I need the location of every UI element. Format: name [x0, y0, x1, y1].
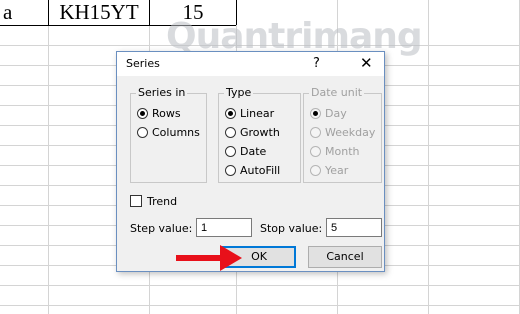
radio-rows-indicator[interactable] — [137, 107, 148, 119]
radio-month-indicator — [310, 145, 321, 157]
radio-year-indicator — [310, 164, 321, 176]
cell-code[interactable]: KH15YT — [49, 0, 150, 25]
radio-date-label: Date — [240, 144, 267, 158]
row-gridline — [0, 285, 520, 286]
radio-rows[interactable]: Rows — [137, 105, 181, 121]
radio-weekday-label: Weekday — [325, 125, 376, 139]
type-label: Type — [224, 86, 254, 99]
radio-date[interactable]: Date — [225, 143, 266, 159]
radio-weekday-indicator — [310, 126, 321, 138]
radio-year-label: Year — [325, 163, 349, 177]
date-unit-label: Date unit — [309, 86, 365, 99]
column-gridline — [428, 0, 429, 314]
step-value-label: Step value: — [130, 222, 193, 235]
radio-month-label: Month — [325, 144, 360, 158]
radio-day-indicator — [310, 107, 321, 119]
radio-growth[interactable]: Growth — [225, 124, 280, 140]
radio-growth-label: Growth — [240, 125, 280, 139]
radio-year: Year — [310, 162, 348, 178]
series-in-group: Series in Rows Columns — [130, 86, 207, 183]
radio-weekday: Weekday — [310, 124, 375, 140]
radio-day: Day — [310, 105, 347, 121]
radio-autofill-indicator[interactable] — [225, 164, 236, 176]
date-unit-group: Date unit Day Weekday Month Year — [303, 86, 382, 183]
stop-value-input[interactable] — [326, 218, 382, 237]
radio-rows-label: Rows — [152, 106, 181, 120]
radio-linear-label: Linear — [240, 106, 275, 120]
row-gridline — [0, 305, 520, 306]
cell-a[interactable]: a — [0, 0, 49, 25]
trend-label: Trend — [147, 195, 178, 208]
radio-day-label: Day — [325, 106, 347, 120]
radio-autofill-label: AutoFill — [240, 163, 281, 177]
red-arrow-annotation-icon — [176, 245, 242, 271]
radio-autofill[interactable]: AutoFill — [225, 162, 280, 178]
stop-value-label: Stop value: — [260, 222, 323, 235]
radio-columns[interactable]: Columns — [137, 124, 200, 140]
dialog-titlebar: Series ? ✕ — [117, 52, 384, 76]
cancel-button[interactable]: Cancel — [308, 246, 382, 268]
radio-linear-indicator[interactable] — [225, 107, 236, 119]
dialog-title: Series — [126, 57, 160, 70]
trend-checkbox[interactable] — [130, 195, 142, 207]
radio-growth-indicator[interactable] — [225, 126, 236, 138]
series-in-label: Series in — [136, 86, 188, 99]
series-dialog: Series ? ✕ Series in Rows Columns Type L… — [116, 51, 385, 272]
radio-month: Month — [310, 143, 359, 159]
radio-date-indicator[interactable] — [225, 145, 236, 157]
help-button[interactable]: ? — [313, 56, 320, 71]
close-icon[interactable]: ✕ — [360, 54, 373, 72]
radio-columns-indicator[interactable] — [137, 126, 148, 138]
radio-columns-label: Columns — [152, 125, 200, 139]
radio-linear[interactable]: Linear — [225, 105, 274, 121]
type-group: Type Linear Growth Date AutoFill — [218, 86, 301, 183]
column-gridline — [48, 0, 49, 314]
step-value-input[interactable] — [196, 218, 252, 237]
